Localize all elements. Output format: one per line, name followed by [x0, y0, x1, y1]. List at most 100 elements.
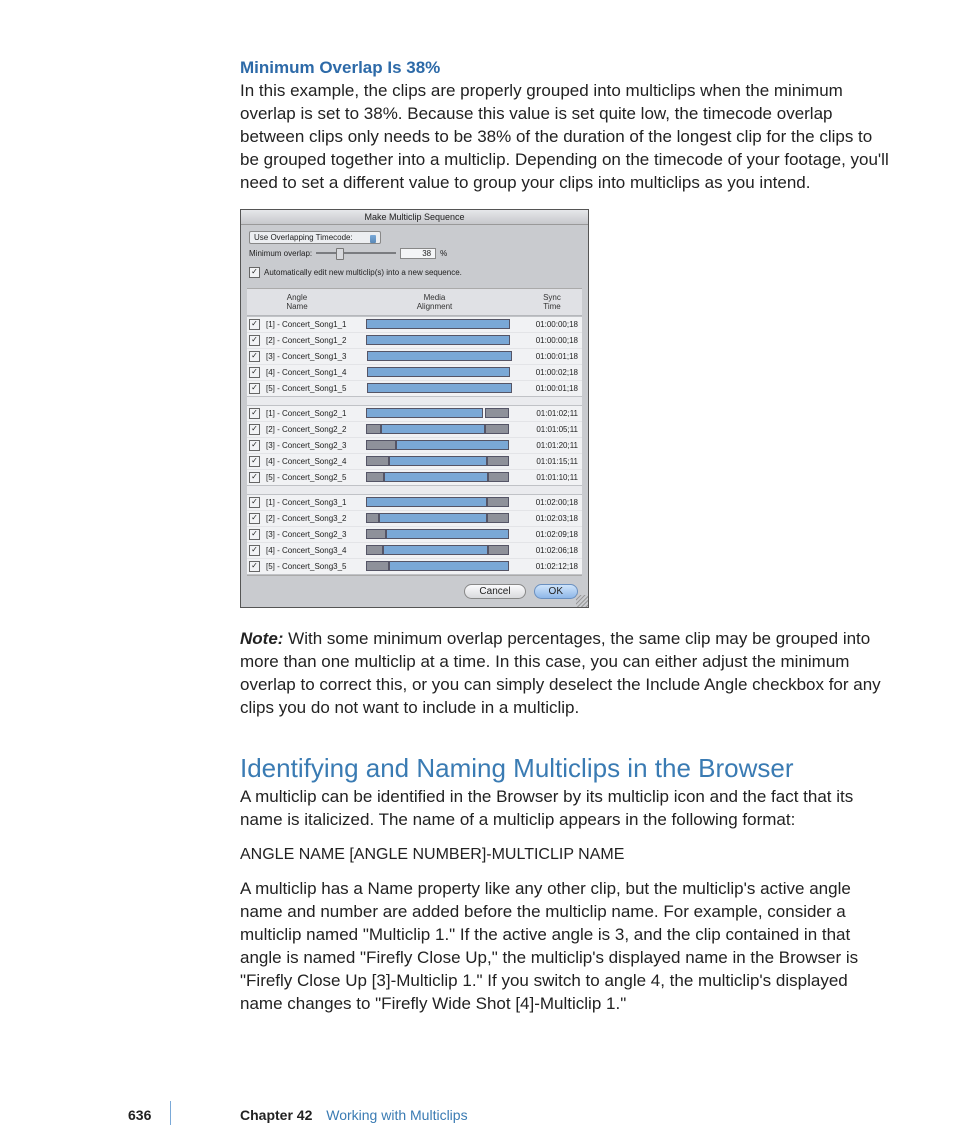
bar-segment	[389, 456, 486, 466]
table-row: ✓[4] - Concert_Song1_401:00:02;18	[247, 365, 582, 381]
sync-mode-combo[interactable]: Use Overlapping Timecode:	[249, 231, 381, 244]
include-angle-checkbox[interactable]: ✓	[249, 529, 260, 540]
page-number: 636	[128, 1107, 151, 1123]
bar-segment	[367, 383, 511, 393]
footer-rule	[170, 1101, 171, 1125]
bar-segment	[366, 497, 487, 507]
resize-handle-icon[interactable]	[576, 595, 588, 607]
sync-time: 01:02:06;18	[522, 546, 580, 555]
note-text: With some minimum overlap percentages, t…	[240, 629, 881, 717]
include-angle-checkbox[interactable]: ✓	[249, 513, 260, 524]
include-angle-checkbox[interactable]: ✓	[249, 335, 260, 346]
bar-segment	[367, 351, 511, 361]
include-angle-checkbox[interactable]: ✓	[249, 472, 260, 483]
media-alignment-bar	[354, 383, 522, 393]
bar-segment	[366, 335, 510, 345]
ok-button[interactable]: OK	[534, 584, 578, 599]
angle-name: [2] - Concert_Song2_2	[266, 425, 354, 434]
table-row: ✓[5] - Concert_Song2_501:01:10;11	[247, 470, 582, 485]
bar-segment	[366, 472, 384, 482]
media-alignment-bar	[354, 319, 522, 329]
sync-time: 01:00:00;18	[522, 336, 580, 345]
bar-segment	[389, 561, 508, 571]
include-angle-checkbox[interactable]: ✓	[249, 319, 260, 330]
overlap-label: Minimum overlap:	[249, 249, 312, 258]
sync-time: 01:01:20;11	[522, 441, 580, 450]
sync-time: 01:00:01;18	[522, 352, 580, 361]
table-row: ✓ [2] - Concert_Song3_2 01:02:03;18	[247, 511, 582, 527]
media-alignment-bar	[354, 424, 522, 434]
auto-edit-label: Automatically edit new multiclip(s) into…	[264, 268, 462, 277]
bar-segment	[396, 440, 509, 450]
angle-name: [4] - Concert_Song3_4	[266, 546, 354, 555]
media-alignment-bar	[354, 472, 522, 482]
col-angle: AngleName	[249, 293, 345, 311]
bar-segment	[366, 424, 381, 434]
media-alignment-bar	[354, 529, 522, 539]
include-angle-checkbox[interactable]: ✓	[249, 561, 260, 572]
auto-edit-checkbox[interactable]: ✓	[249, 267, 260, 278]
bar-segment	[487, 456, 509, 466]
bar-segment	[488, 545, 508, 555]
dialog-title: Make Multiclip Sequence	[241, 210, 588, 225]
bar-segment	[487, 513, 509, 523]
sync-time: 01:00:00;18	[522, 320, 580, 329]
table-row: ✓ [1] - Concert_Song1_1 01:00:00;18	[247, 317, 582, 333]
table-row: ✓ [3] - Concert_Song1_3 01:00:01;18	[247, 349, 582, 365]
include-angle-checkbox[interactable]: ✓	[249, 440, 260, 451]
cancel-button[interactable]: Cancel	[464, 584, 525, 599]
note-paragraph: Note: With some minimum overlap percenta…	[240, 628, 894, 720]
bar-segment	[381, 424, 485, 434]
include-angle-checkbox[interactable]: ✓	[249, 456, 260, 467]
clip-group: ✓ [1] - Concert_Song1_1 01:00:00;18 ✓ [2] - …	[247, 316, 582, 397]
bar-segment	[386, 529, 509, 539]
media-alignment-bar	[354, 351, 522, 361]
angle-name: [3] - Concert_Song1_3	[266, 352, 354, 361]
chapter-number: Chapter 42	[240, 1107, 312, 1123]
sync-time: 01:02:12;18	[522, 562, 580, 571]
bar-segment	[485, 424, 509, 434]
bar-segment	[379, 513, 487, 523]
table-row: ✓[2] - Concert_Song2_201:01:05;11	[247, 422, 582, 438]
include-angle-checkbox[interactable]: ✓	[249, 351, 260, 362]
table-row: ✓[4] - Concert_Song2_401:01:15;11	[247, 454, 582, 470]
overlap-value-field[interactable]: 38	[400, 248, 436, 259]
table-row: ✓[1] - Concert_Song3_101:02:00;18	[247, 495, 582, 511]
bar-segment	[384, 472, 488, 482]
sync-time: 01:01:02;11	[522, 409, 580, 418]
include-angle-checkbox[interactable]: ✓	[249, 408, 260, 419]
sync-time: 01:02:03;18	[522, 514, 580, 523]
angle-name: [1] - Concert_Song1_1	[266, 320, 354, 329]
clip-group: ✓[1] - Concert_Song3_101:02:00;18✓[2] - …	[247, 494, 582, 575]
bar-segment	[366, 408, 484, 418]
section-heading: Identifying and Naming Multiclips in the…	[240, 753, 894, 784]
media-alignment-bar	[354, 440, 522, 450]
col-media: MediaAlignment	[345, 293, 524, 311]
bar-segment	[366, 529, 386, 539]
bar-segment	[366, 456, 390, 466]
sync-time: 01:02:00;18	[522, 498, 580, 507]
chapter-ref: Chapter 42 Working with Multiclips	[240, 1107, 468, 1123]
angle-name: [2] - Concert_Song1_2	[266, 336, 354, 345]
slider-knob[interactable]	[336, 248, 344, 260]
include-angle-checkbox[interactable]: ✓	[249, 497, 260, 508]
angle-name: [1] - Concert_Song2_1	[266, 409, 354, 418]
overlap-slider[interactable]	[316, 249, 396, 257]
media-alignment-bar	[354, 367, 522, 377]
bar-segment	[366, 440, 396, 450]
angle-name: [2] - Concert_Song3_2	[266, 514, 354, 523]
table-row: ✓ [3] - Concert_Song2_3 01:01:20;11	[247, 438, 582, 454]
angle-name: [3] - Concert_Song2_3	[266, 441, 354, 450]
sync-time: 01:00:02;18	[522, 368, 580, 377]
overlap-unit: %	[440, 249, 447, 258]
angle-name: [5] - Concert_Song2_5	[266, 473, 354, 482]
include-angle-checkbox[interactable]: ✓	[249, 383, 260, 394]
bar-segment	[367, 367, 510, 377]
format-line: ANGLE NAME [ANGLE NUMBER]-MULTICLIP NAME	[240, 846, 894, 864]
include-angle-checkbox[interactable]: ✓	[249, 424, 260, 435]
include-angle-checkbox[interactable]: ✓	[249, 367, 260, 378]
clip-group: ✓ [1] - Concert_Song2_1 01:01:02;11 ✓ [2] - …	[247, 405, 582, 486]
col-sync: SyncTime	[524, 293, 580, 311]
include-angle-checkbox[interactable]: ✓	[249, 545, 260, 556]
table-row: ✓[5] - Concert_Song3_501:02:12;18	[247, 559, 582, 574]
